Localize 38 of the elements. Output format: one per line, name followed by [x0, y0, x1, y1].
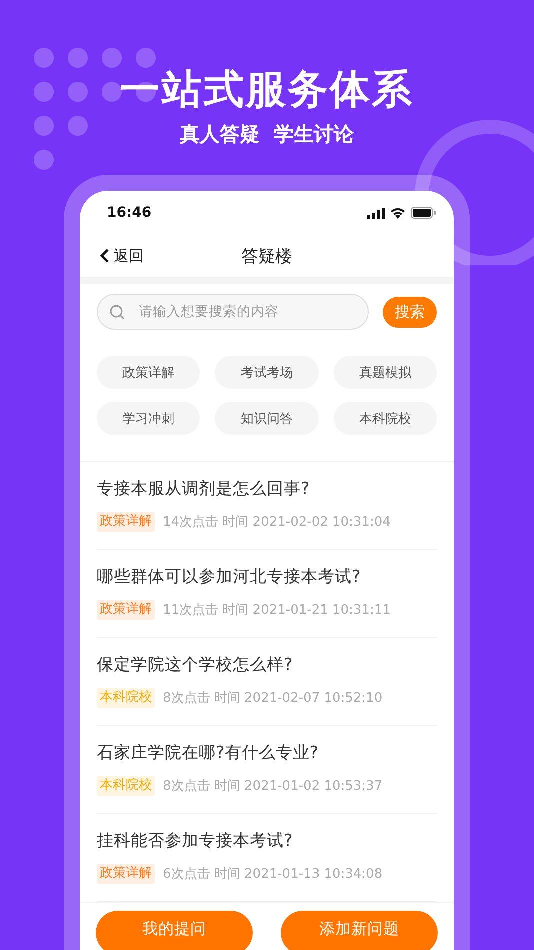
question-title: 保定学院这个学校怎么样? [97, 654, 294, 676]
question-title: 石家庄学院在哪?有什么专业? [97, 742, 320, 764]
subtitle: 真人答疑 学生讨论 [180, 121, 354, 148]
question-meta: 6次点击 时间 2021-01-13 10:34:08 [163, 866, 383, 883]
battery-icon [411, 207, 436, 219]
category-chip[interactable]: 考试考场 [215, 356, 319, 389]
search-input[interactable]: 请输入想要搜索的内容 [137, 303, 356, 321]
question-item[interactable]: 石家庄学院在哪?有什么专业? 本科院校 8次点击 时间 2021-01-02 10:53:37 [97, 726, 437, 814]
question-item[interactable]: 挂科能否参加专接本考试? 政策详解 6次点击 时间 2021-01-13 10:34:08 [97, 814, 437, 902]
category-tag: 政策详解 [97, 512, 155, 532]
question-title: 挂科能否参加专接本考试? [97, 830, 294, 852]
category-chip[interactable]: 学习冲刺 [97, 402, 200, 435]
question-meta: 8次点击 时间 2021-02-07 10:52:10 [163, 690, 383, 707]
category-chip[interactable]: 真题模拟 [334, 356, 437, 389]
question-item[interactable]: 哪些群体可以参加河北专接本考试? 政策详解 11次点击 时间 2021-01-21 10:31:11 [97, 550, 437, 638]
category-tag: 本科院校 [97, 688, 155, 708]
search-icon [110, 304, 125, 320]
category-tag: 政策详解 [97, 600, 155, 620]
question-title: 专接本服从调剂是怎么回事? [97, 478, 311, 500]
page-title: 答疑楼 [242, 246, 292, 268]
category-chip[interactable]: 本科院校 [334, 402, 437, 435]
question-item[interactable]: 保定学院这个学校怎么样? 本科院校 8次点击 时间 2021-02-07 10:52:10 [97, 638, 437, 726]
question-title: 哪些群体可以参加河北专接本考试? [97, 566, 362, 588]
headline: 一站式服务体系 [120, 66, 414, 115]
back-button[interactable]: 返回 [100, 246, 144, 266]
search-field[interactable]: 请输入想要搜索的内容 [97, 294, 369, 330]
question-item[interactable]: 专接本服从调剂是怎么回事? 政策详解 14次点击 时间 2021-02-02 10:31:04 [97, 462, 437, 550]
question-meta: 14次点击 时间 2021-02-02 10:31:04 [163, 514, 391, 531]
category-chip[interactable]: 知识问答 [215, 402, 319, 435]
chevron-left-icon [100, 248, 110, 264]
category-tag: 本科院校 [97, 776, 155, 796]
signal-icon [367, 208, 385, 218]
wifi-icon [390, 207, 406, 219]
question-meta: 11次点击 时间 2021-01-21 10:31:11 [163, 602, 391, 619]
category-chip[interactable]: 政策详解 [97, 356, 200, 389]
category-tag: 政策详解 [97, 864, 155, 884]
question-meta: 8次点击 时间 2021-01-02 10:53:37 [163, 778, 383, 795]
status-time: 16:46 [107, 205, 152, 221]
